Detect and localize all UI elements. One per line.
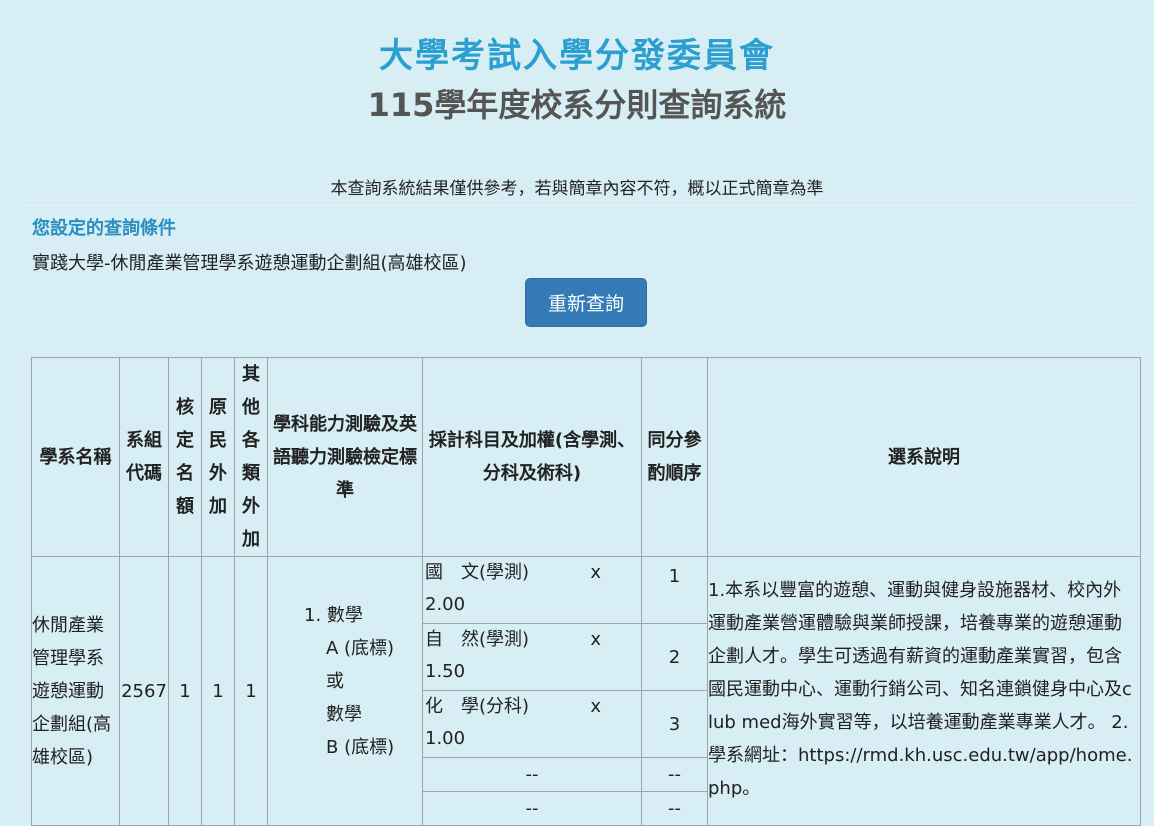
system-title: 115學年度校系分則查詢系統 xyxy=(367,86,787,124)
header-quota: 核定名額 xyxy=(168,357,202,557)
subject-cell: -- xyxy=(422,791,642,826)
standard-line: 1. 數學 xyxy=(304,605,363,626)
tie-order-cell: -- xyxy=(641,757,708,792)
standard-line: B (底標) xyxy=(326,737,395,758)
standard-line: A (底標) xyxy=(326,638,395,659)
tie-order-cell: 2 xyxy=(641,623,708,691)
subject-cell: -- xyxy=(422,757,642,792)
table-header-row: 學系名稱 系組代碼 核定名額 原民外加 其他各類外加 學科能力測驗及英語聽力測驗… xyxy=(31,357,1141,557)
cell-description: 1.本系以豐富的遊憩、運動與健身設施器材、校內外運動產業營運體驗與業師授課，培養… xyxy=(707,556,1141,826)
requery-button[interactable]: 重新查詢 xyxy=(525,278,647,327)
standard-line: 數學 xyxy=(326,704,362,725)
disclaimer-text: 本查詢系統結果僅供參考，若與簡章內容不符，概以正式簡章為準 xyxy=(330,179,824,199)
header-standard: 學科能力測驗及英語聽力測驗檢定標準 xyxy=(267,357,423,557)
cell-dept-name: 休閒產業管理學系遊憩運動企劃組(高雄校區) xyxy=(31,556,120,826)
header-tie-order: 同分參酌順序 xyxy=(641,357,708,557)
query-conditions-value: 實踐大學-休閒產業管理學系遊憩運動企劃組(高雄校區) xyxy=(32,253,467,274)
cell-quota: 1 xyxy=(168,556,202,826)
divider xyxy=(24,205,1140,206)
subject-cell: 自 然(學測) x 1.50 xyxy=(422,623,642,691)
cell-standard: 1. 數學 A (底標) 或 數學 B (底標) xyxy=(267,556,423,826)
standard-line: 或 xyxy=(326,671,344,692)
org-title: 大學考試入學分發委員會 xyxy=(379,36,775,76)
query-conditions-label: 您設定的查詢條件 xyxy=(32,218,176,239)
tie-order-cell: 3 xyxy=(641,690,708,758)
cell-dept-code: 2567 xyxy=(119,556,169,826)
results-table: 學系名稱 系組代碼 核定名額 原民外加 其他各類外加 學科能力測驗及英語聽力測驗… xyxy=(31,357,1141,826)
subject-cell: 化 學(分科) x 1.00 xyxy=(422,690,642,758)
cell-indigenous: 1 xyxy=(201,556,235,826)
header-dept-name: 學系名稱 xyxy=(31,357,120,557)
header-dept-code: 系組代碼 xyxy=(119,357,169,557)
subject-cell: 國 文(學測) x 2.00 xyxy=(422,556,642,624)
cell-other-extra: 1 xyxy=(234,556,268,826)
header-subjects: 採計科目及加權(含學測、分科及術科) xyxy=(422,357,642,557)
header-indigenous: 原民外加 xyxy=(201,357,235,557)
tie-order-cell: -- xyxy=(641,791,708,826)
header-description: 選系說明 xyxy=(707,357,1141,557)
tie-order-cell: 1 xyxy=(641,556,708,624)
header-other-extra: 其他各類外加 xyxy=(234,357,268,557)
table-row: 休閒產業管理學系遊憩運動企劃組(高雄校區) 2567 1 1 1 1. 數學 A… xyxy=(31,556,1141,826)
